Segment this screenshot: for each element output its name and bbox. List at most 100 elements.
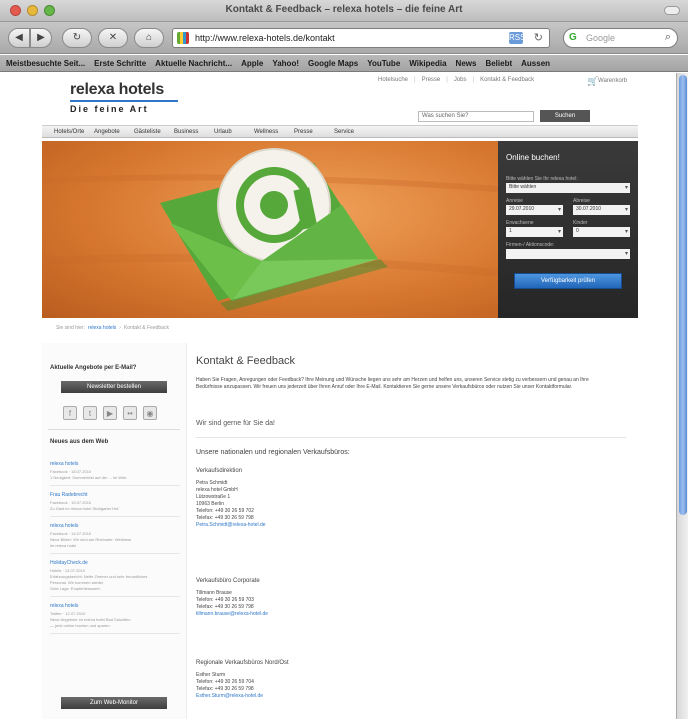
office-title: Verkaufsdirektion	[196, 468, 243, 474]
rss-feed-icon[interactable]: RSS	[509, 32, 525, 44]
web-news-link[interactable]: relexa hotels	[50, 461, 180, 467]
hero-image	[42, 141, 498, 318]
logo-underline	[70, 100, 178, 102]
site-search-button[interactable]: Suchen	[540, 110, 590, 122]
web-news-link[interactable]: HolidayCheck.de	[50, 560, 180, 566]
topnav-link[interactable]: Kontakt & Feedback	[480, 77, 534, 83]
main-nav-item[interactable]: Wellness	[254, 129, 294, 135]
bookmark-item[interactable]: Google Maps	[308, 59, 358, 68]
topnav-link[interactable]: Jobs	[454, 77, 467, 83]
topnav-link[interactable]: Presse	[422, 77, 441, 83]
office-title: Verkaufsbüro Corporate	[196, 578, 260, 584]
cart-link[interactable]: Warenkorb	[598, 78, 627, 84]
reload-button[interactable]: ↻	[62, 28, 92, 48]
web-news-title: Neues aus dem Web	[50, 439, 109, 445]
twitter-icon[interactable]: t	[83, 406, 97, 420]
bookmark-item[interactable]: Meistbesuchte Seit...	[6, 59, 85, 68]
bookmark-item[interactable]: Wikipedia	[409, 59, 446, 68]
main-nav-item[interactable]: Business	[174, 129, 214, 135]
facebook-icon[interactable]: f	[63, 406, 77, 420]
arrival-date-field[interactable]: 29.07.2010	[506, 205, 563, 215]
toolbar-toggle-button[interactable]	[664, 6, 680, 15]
home-button[interactable]: ⌂	[134, 28, 164, 48]
office-line: Esther Sturm	[196, 672, 226, 678]
web-news-text: im relexa hotel	[50, 543, 77, 548]
bookmark-item[interactable]: Aussen	[521, 59, 550, 68]
browser-toolbar: ◀ ▶ ↻ ✕ ⌂ http://www.relexa-hotels.de/ko…	[0, 22, 688, 54]
back-button[interactable]: ◀	[8, 28, 30, 48]
bookmark-item[interactable]: Aktuelle Nachricht...	[155, 59, 232, 68]
main-nav-item[interactable]: Service	[334, 129, 374, 135]
address-reload-icon[interactable]: ↻	[534, 31, 543, 44]
bookmark-item[interactable]: YouTube	[367, 59, 400, 68]
content-divider	[196, 437, 626, 438]
site-logo[interactable]: relexa hotels Die feine Art	[70, 81, 180, 114]
web-news-link[interactable]: relexa hotels	[50, 523, 180, 529]
adults-select[interactable]: 1	[506, 227, 563, 237]
breadcrumb-current: Kontakt & Feedback	[123, 325, 169, 331]
sidebar: Aktuelle Angebote per E-Mail? Newsletter…	[42, 343, 187, 719]
adults-label: Erwachsene	[506, 220, 534, 226]
web-news-list: relexa hotels Facebook · 18.07.2010 1 Neui…	[50, 461, 180, 640]
site-search-input[interactable]: Was suchen Sie?	[418, 111, 534, 122]
booking-title: Online buchen!	[506, 153, 560, 162]
breadcrumb-separator: ›	[119, 325, 121, 331]
office-email-link[interactable]: Esther.Sturm@relexa-hotel.de	[196, 693, 456, 700]
forward-button[interactable]: ▶	[30, 28, 52, 48]
web-news-item: relexa hotels Facebook · 18.07.2010 1 Neui…	[50, 461, 180, 486]
web-monitor-button[interactable]: Zum Web-Monitor	[61, 697, 167, 709]
email-envelope-illustration	[42, 148, 498, 311]
bookmark-item[interactable]: News	[456, 59, 477, 68]
bookmark-item[interactable]: Erste Schritte	[94, 59, 146, 68]
top-navigation: Hotelsuche | Presse | Jobs | Kontakt & Feedbac…	[378, 77, 534, 83]
address-bar[interactable]: http://www.relexa-hotels.de/kontakt RSS …	[172, 28, 550, 48]
main-nav-item[interactable]: Urlaub	[214, 129, 254, 135]
rss-icon[interactable]: ◉	[143, 406, 157, 420]
hotel-select[interactable]: Bitte wählen	[506, 183, 630, 193]
breadcrumb: Sie sind hier: relexa hotels › Kontakt &…	[56, 325, 169, 331]
bookmark-item[interactable]: Apple	[241, 59, 263, 68]
bookmark-item[interactable]: Yahoo!	[272, 59, 299, 68]
browser-search-field[interactable]: G Google ⌕	[563, 28, 678, 48]
scrollbar-thumb[interactable]	[679, 75, 687, 515]
main-nav-item[interactable]: Hotels/Orte	[54, 129, 94, 135]
url-text[interactable]: http://www.relexa-hotels.de/kontakt	[195, 33, 335, 43]
breadcrumb-home-link[interactable]: relexa hotels	[88, 325, 116, 331]
booking-panel: Online buchen! Bitte wählen Sie Ihr rele…	[498, 141, 638, 318]
children-label: Kinder	[573, 220, 588, 226]
stop-button[interactable]: ✕	[98, 28, 128, 48]
vertical-scrollbar[interactable]	[676, 73, 688, 719]
topnav-link[interactable]: Hotelsuche	[378, 77, 408, 83]
page-title: Kontakt & Feedback	[196, 355, 296, 367]
office-line: Telefax: +49 30 26 59 798	[196, 515, 254, 521]
web-news-item: relexa hotels Twitter · 12.07.2010 Neue An…	[50, 603, 180, 634]
main-nav-item[interactable]: Angebote	[94, 129, 134, 135]
office-line: Telefax: +49 30 26 59 798	[196, 686, 254, 692]
search-engine-icon[interactable]: G	[569, 32, 577, 43]
office-email-link[interactable]: Petra.Schmidt@relexa-hotel.de	[196, 522, 456, 529]
main-nav-item[interactable]: Presse	[294, 129, 334, 135]
main-nav-item[interactable]: Gästeliste	[134, 129, 174, 135]
logo-name: relexa hotels	[70, 81, 164, 98]
office-email-link[interactable]: tillmann.brause@relexa-hotel.de	[196, 611, 456, 618]
topnav-separator: |	[472, 77, 475, 83]
check-availability-button[interactable]: Verfügbarkeit prüfen	[514, 273, 622, 289]
web-news-link[interactable]: Frau Radebrecht	[50, 492, 180, 498]
web-news-text: — jetzt online buchen und sparen	[50, 623, 110, 628]
cart-icon[interactable]: 🛒	[587, 76, 598, 87]
bookmarks-bar: Meistbesuchte Seit... Erste Schritte Aktue…	[0, 55, 688, 72]
site-favicon-icon	[177, 32, 189, 44]
topnav-separator: |	[446, 77, 448, 83]
children-select[interactable]: 0	[573, 227, 630, 237]
magnifier-icon[interactable]: ⌕	[665, 31, 671, 44]
youtube-icon[interactable]: ▶	[103, 406, 117, 420]
newsletter-button[interactable]: Newsletter bestellen	[61, 381, 167, 393]
logo-tagline: Die feine Art	[70, 104, 149, 114]
web-news-link[interactable]: relexa hotels	[50, 603, 180, 609]
browser-search-placeholder: Google	[586, 33, 616, 43]
departure-date-field[interactable]: 30.07.2010	[573, 205, 630, 215]
bookmark-item[interactable]: Beliebt	[485, 59, 512, 68]
flickr-icon[interactable]: ••	[123, 406, 137, 420]
promo-code-input[interactable]	[506, 249, 630, 259]
office-title: Regionale Verkaufsbüros Nord/Ost	[196, 660, 289, 666]
